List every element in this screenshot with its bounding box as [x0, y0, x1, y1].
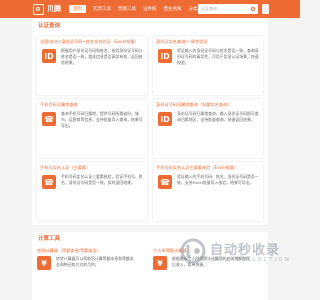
nav-item-marketing[interactable]: 营销工具 — [118, 6, 136, 12]
card-title[interactable]: 身份证实名查询/一致性验证 — [156, 39, 260, 45]
search-input[interactable]: 认证查询 — [198, 4, 258, 14]
card-item[interactable]: 手机号实名认证（三要素） ☎ 手机号码实名认证三要素核验，验证手机号、姓名、身份… — [37, 162, 147, 221]
tool-desc: 房贷计算器可以帮助您计算等额本息和等额本金两种还款方式的月供。 — [56, 256, 134, 267]
card-title[interactable]: 手机号码归属地查询 — [40, 102, 144, 108]
card-item[interactable]: 手机号码归属地查询 ☎ 查询手机号码归属地，提供号码所属省份、城市、运营商等信息… — [37, 99, 147, 158]
card-desc: 身份证号码归属地查询，输入身份证号码即可查询归属地区，支持批量查询，快速返回结果… — [177, 111, 259, 122]
card-desc: 根据用户身份证号码和姓名，核验身份证号码与姓名是否一致，相关信息是否真实有效，返… — [61, 48, 143, 65]
user-button[interactable] — [262, 4, 269, 14]
auth-card-grid: 全国(实名)·身份证号码+姓名实名验证（Excel批量） ID 根据用户身份证号… — [32, 31, 268, 225]
tools-card-grid: 房贷计算器（等额本息/等额本金） ¥ 房贷计算器可以帮助您计算等额本息和等额本金… — [32, 244, 268, 300]
tool-title[interactable]: 个人所得税计算器 — [153, 248, 187, 254]
id-card-icon: ID — [158, 49, 172, 63]
tool-desc: 根据最新个人所得税法计算您的应纳税额和税后收入，简单快捷。 — [172, 256, 250, 267]
card-desc: 验证输入的身份证号码与姓名是否一致，查询身份证号码的真实性，可用于实名认证场景，… — [177, 48, 259, 65]
card-item[interactable]: 手机号码实名认证三要素核验（Excel批量） ☎ 验证输入的手机号码、姓名、身份… — [153, 162, 263, 221]
phone-icon: ☎ — [42, 112, 56, 126]
nav-item-license[interactable]: 营业执照 — [164, 6, 182, 12]
phone-icon: ☎ — [42, 175, 56, 189]
card-desc: 查询手机号码归属地，提供号码所属省份、城市、运营商等信息，支持批量导入查询，结果… — [61, 111, 143, 128]
card-title[interactable]: 身份证号码归属地查询（批量实名查询） — [156, 102, 260, 108]
calculator-icon: ¥ — [153, 256, 167, 270]
card-title[interactable]: 手机号实名认证（三要素） — [40, 165, 144, 171]
top-nav-bar: 贝腾 首页 实用工具 营销工具 证件照 营业执照 分类 认证查询 — [0, 0, 300, 18]
logo-icon — [33, 3, 44, 15]
card-item[interactable]: 身份证实名查询/一致性验证 ID 验证输入的身份证号码与姓名是否一致，查询身份证… — [153, 36, 263, 95]
id-card-icon: ID — [158, 112, 172, 126]
section-title: 计算工具 — [38, 236, 61, 242]
card-title[interactable]: 全国(实名)·身份证号码+姓名实名验证（Excel批量） — [40, 39, 144, 45]
nav-item-tools[interactable]: 实用工具 — [93, 6, 111, 12]
card-item[interactable]: 全国(实名)·身份证号码+姓名实名验证（Excel批量） ID 根据用户身份证号… — [37, 36, 147, 95]
id-card-icon: ID — [42, 49, 56, 63]
calculator-icon: ¥ — [37, 256, 51, 270]
nav-item-id-photo[interactable]: 证件照 — [143, 6, 157, 12]
search-icon[interactable] — [251, 7, 255, 11]
nav-item-categories[interactable]: 分类 — [189, 6, 198, 12]
card-desc: 手机号码实名认证三要素核验，验证手机号、姓名、身份证号码是否一致，实时返回结果。 — [61, 174, 143, 185]
phone-icon: ☎ — [158, 175, 172, 189]
tool-title[interactable]: 房贷计算器（等额本息/等额本金） — [37, 248, 101, 254]
card-title[interactable]: 手机号码实名认证三要素核验（Excel批量） — [156, 165, 260, 171]
main-nav: 首页 实用工具 营销工具 证件照 营业执照 分类 — [69, 5, 198, 13]
card-item[interactable]: 身份证号码归属地查询（批量实名查询） ID 身份证号码归属地查询，输入身份证号码… — [153, 99, 263, 158]
site-logo[interactable]: 贝腾 — [33, 3, 61, 15]
brand-name: 贝腾 — [47, 5, 61, 13]
section-title: 认证查询 — [38, 23, 61, 29]
card-desc: 验证输入的手机号码、姓名、身份证号码是否一致，支持Excel批量导入核验，结果可… — [177, 174, 259, 185]
nav-item-home[interactable]: 首页 — [69, 5, 86, 13]
